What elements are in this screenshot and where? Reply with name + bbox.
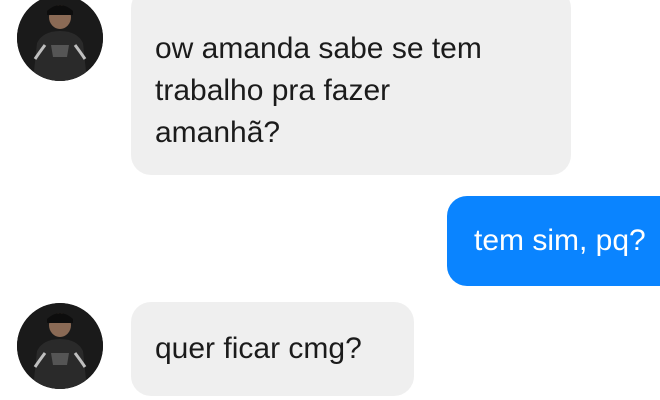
contact-avatar-icon[interactable] [17,0,103,81]
contact-avatar-icon[interactable] [17,303,103,389]
message-text: tem sim, pq? [474,224,646,257]
chat-thread: ow amanda sabe se tem trabalho pra fazer… [0,0,660,400]
message-text-line: amanhã? [155,116,281,149]
person-icon [17,303,103,389]
message-text-line: trabalho pra fazer [155,74,391,107]
message-text: quer ficar cmg? [155,332,362,365]
incoming-message-bubble[interactable]: ow amanda sabe se tem trabalho pra fazer… [131,0,571,175]
outgoing-message-bubble[interactable]: tem sim, pq? [447,196,660,286]
person-icon [17,0,103,81]
message-text-line: ow amanda sabe se tem [155,32,482,65]
incoming-message-bubble[interactable]: quer ficar cmg? [131,302,414,396]
